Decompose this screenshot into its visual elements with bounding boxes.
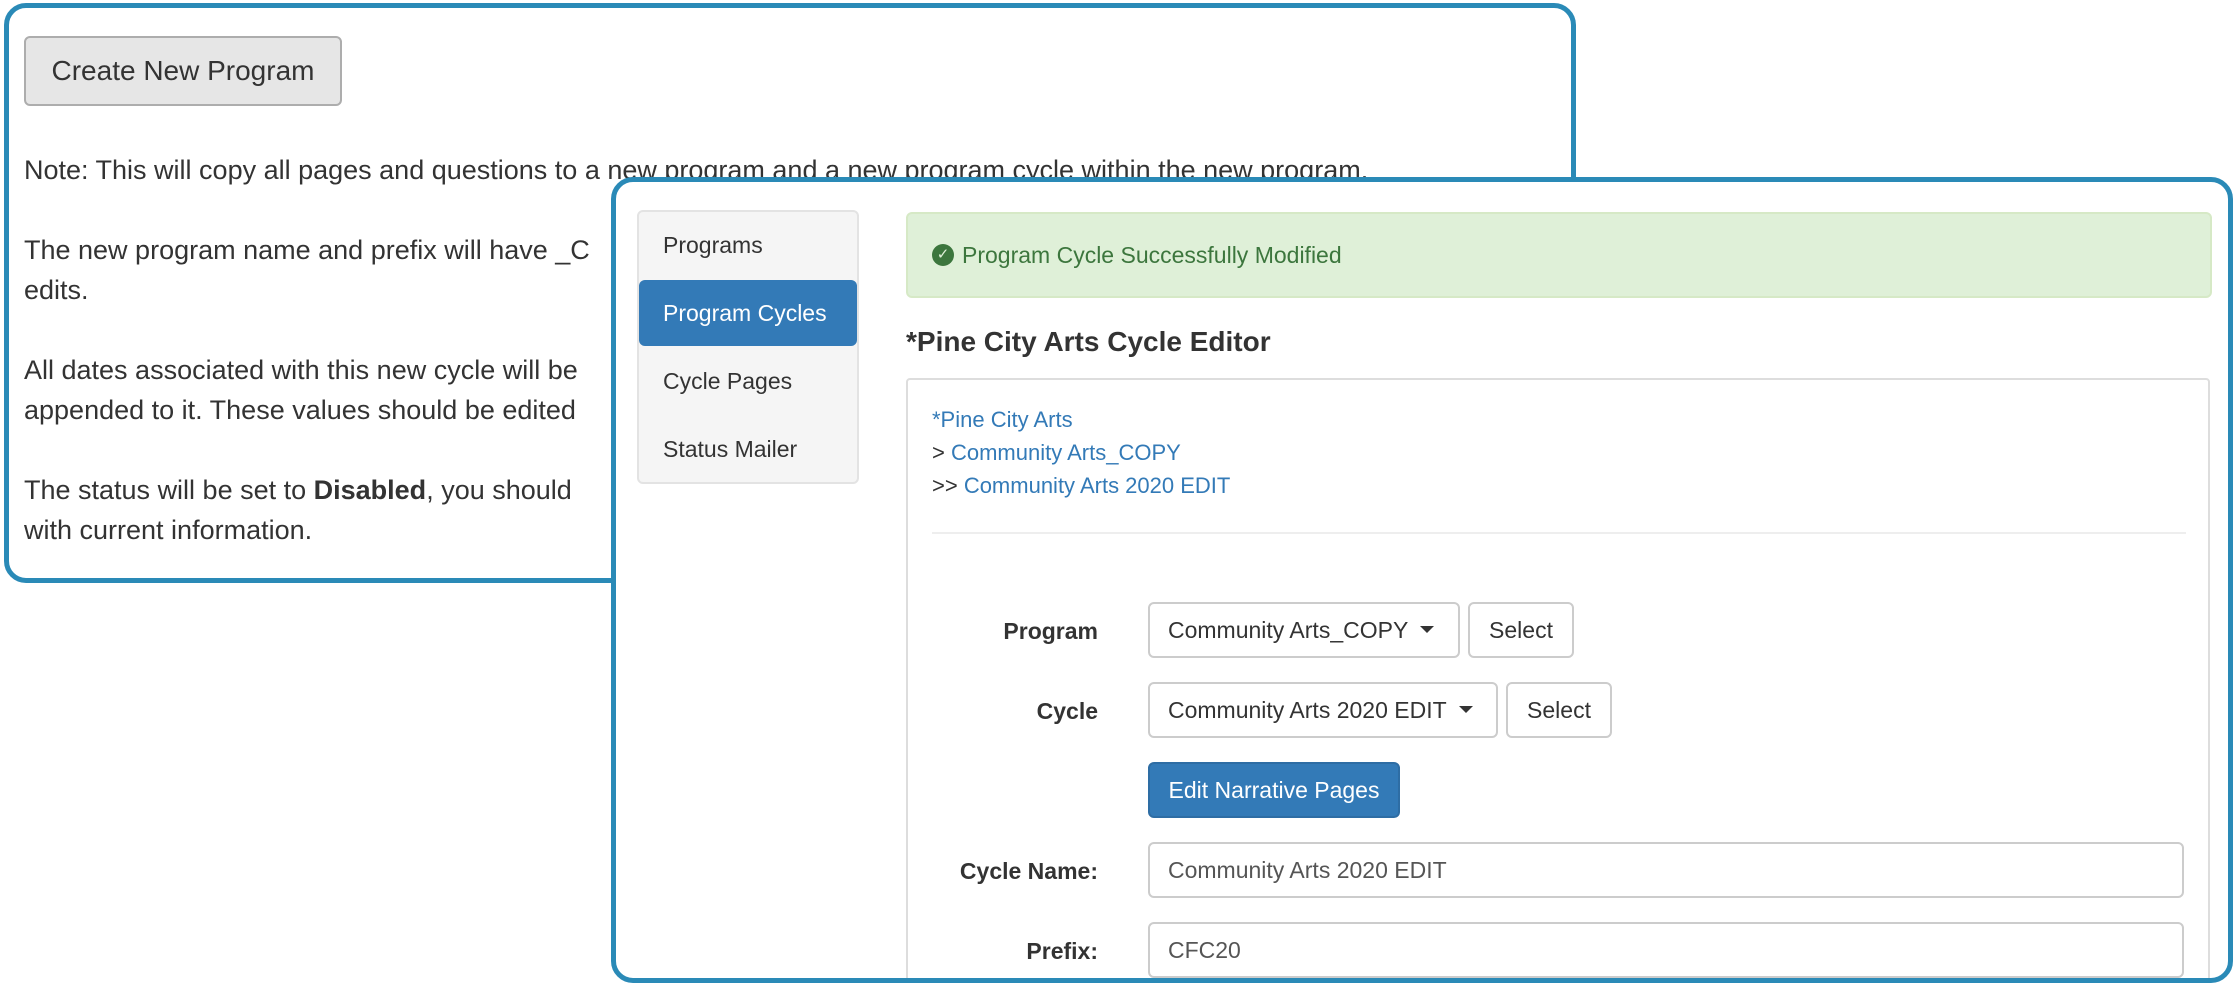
breadcrumb-separator: >> xyxy=(932,473,964,498)
status-disabled-text: Disabled xyxy=(313,475,427,505)
cycle-select-button[interactable]: Select xyxy=(1506,682,1612,738)
note-prefix-text: The new program name and prefix will hav… xyxy=(24,235,590,265)
breadcrumb-link-community-arts-copy[interactable]: Community Arts_COPY xyxy=(951,440,1181,465)
cycle-editor-panel: Programs Program Cycles Cycle Pages Stat… xyxy=(611,177,2233,983)
status-text-after: , you should xyxy=(426,475,572,505)
edit-narrative-pages-button[interactable]: Edit Narrative Pages xyxy=(1148,762,1400,818)
cycle-name-input[interactable] xyxy=(1148,842,2184,898)
sidebar-item-programs[interactable]: Programs xyxy=(639,212,857,278)
note-status-text: The status will be set to Disabled, you … xyxy=(24,470,572,510)
sidebar-item-cycle-pages[interactable]: Cycle Pages xyxy=(639,348,857,414)
note-appended-text: appended to it. These values should be e… xyxy=(24,395,576,425)
create-new-program-button[interactable]: Create New Program xyxy=(24,36,342,106)
sidebar-item-status-mailer[interactable]: Status Mailer xyxy=(639,416,857,482)
check-circle-icon: ✓ xyxy=(932,243,954,266)
page-title: *Pine City Arts Cycle Editor xyxy=(906,326,1271,357)
editor-content: *Pine City Arts > Community Arts_COPY >>… xyxy=(906,378,2210,978)
note-edits-text: edits. xyxy=(24,275,89,305)
prefix-label: Prefix: xyxy=(1026,938,1098,964)
caret-down-icon xyxy=(1420,625,1435,633)
breadcrumb-separator: > xyxy=(932,440,951,465)
cycle-dropdown[interactable]: Community Arts 2020 EDIT xyxy=(1148,682,1498,738)
note-current-info-text: with current information. xyxy=(24,515,313,545)
note-dates-text: All dates associated with this new cycle… xyxy=(24,355,578,385)
success-alert: ✓ Program Cycle Successfully Modified xyxy=(906,212,2212,298)
cycle-label: Cycle xyxy=(1036,698,1098,724)
program-dropdown[interactable]: Community Arts_COPY xyxy=(1148,602,1460,658)
prefix-input[interactable] xyxy=(1148,922,2184,978)
status-text-before: The status will be set to xyxy=(24,475,314,505)
sidebar-nav: Programs Program Cycles Cycle Pages Stat… xyxy=(637,210,859,484)
breadcrumb-program: > Community Arts_COPY xyxy=(932,437,1181,469)
breadcrumb-link-community-arts-2020-edit[interactable]: Community Arts 2020 EDIT xyxy=(964,473,1231,498)
breadcrumb-link-pine-city-arts[interactable]: *Pine City Arts xyxy=(932,407,1073,432)
caret-down-icon xyxy=(1458,705,1473,713)
alert-message: Program Cycle Successfully Modified xyxy=(962,242,1342,268)
divider xyxy=(932,532,2186,534)
program-dropdown-value: Community Arts_COPY xyxy=(1168,616,1409,643)
breadcrumb-cycle: >> Community Arts 2020 EDIT xyxy=(932,470,1230,502)
sidebar-item-program-cycles[interactable]: Program Cycles xyxy=(639,280,857,346)
program-label: Program xyxy=(1003,618,1098,644)
program-select-button[interactable]: Select xyxy=(1468,602,1574,658)
cycle-name-label: Cycle Name: xyxy=(959,858,1098,884)
breadcrumb-program-root: *Pine City Arts xyxy=(932,404,1073,436)
cycle-dropdown-value: Community Arts 2020 EDIT xyxy=(1168,696,1447,723)
